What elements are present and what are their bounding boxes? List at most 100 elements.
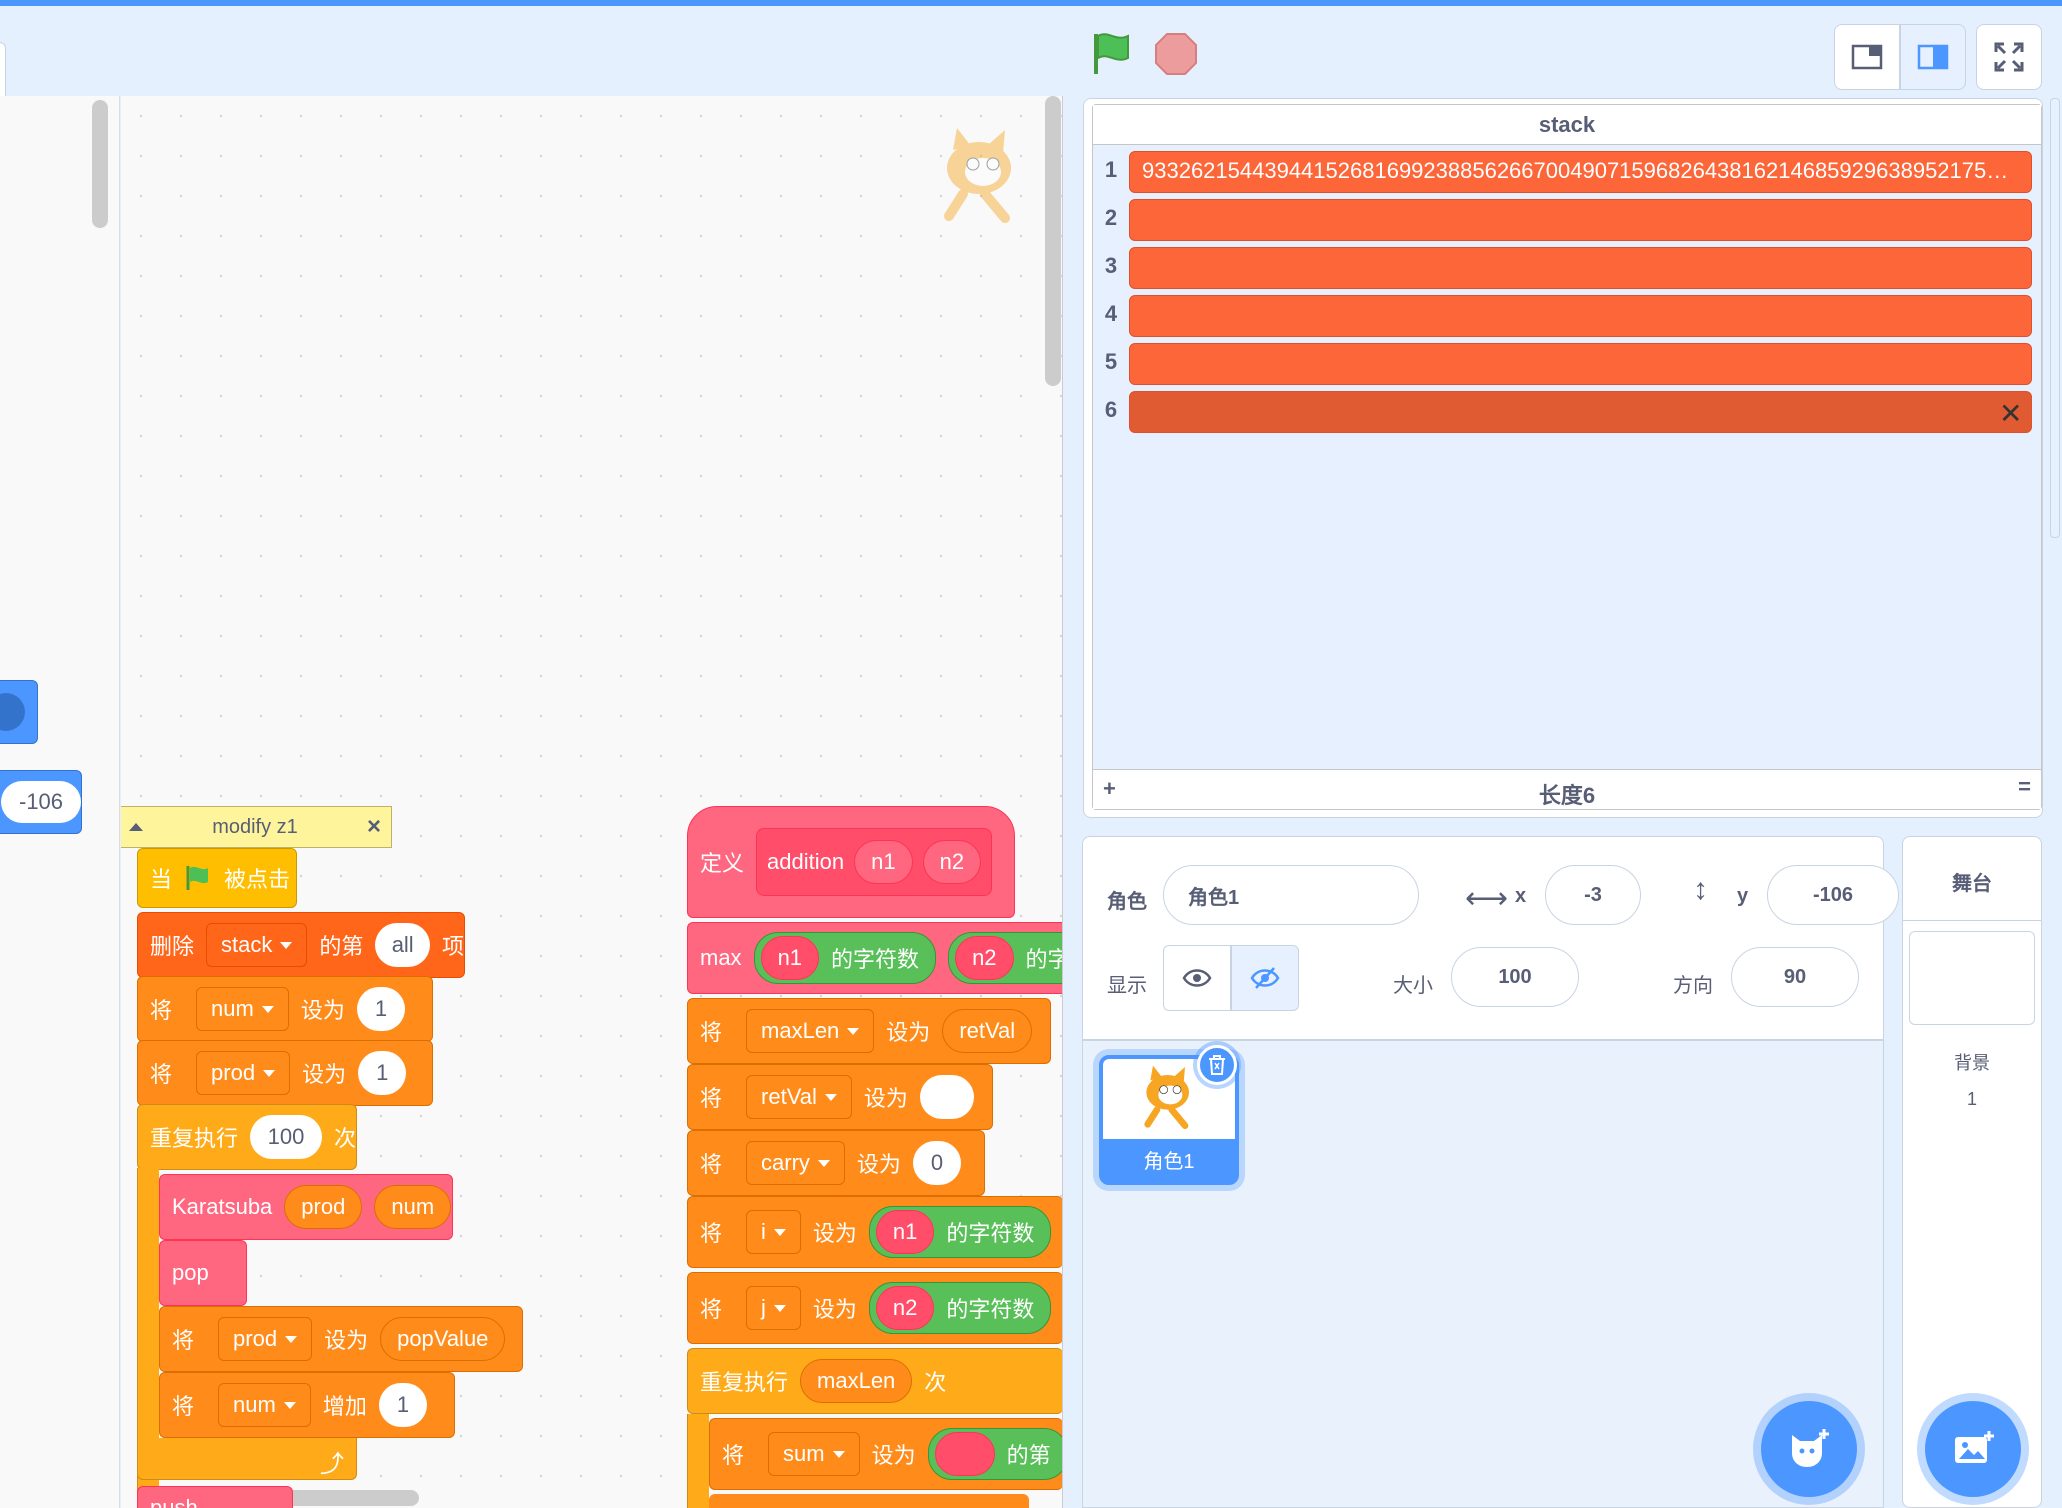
list-resize-handle[interactable]: = [2018, 774, 2031, 800]
list-item-value[interactable] [1129, 391, 2032, 433]
value-input[interactable]: 1 [378, 1383, 428, 1427]
length-of-n2[interactable]: n2 的字 [948, 932, 1062, 984]
set-prod-block[interactable]: 将 prod 设为 1 [137, 1040, 433, 1106]
n2-reporter[interactable]: n2 [955, 936, 1014, 980]
var-dropdown[interactable]: j [746, 1286, 801, 1330]
list-monitor[interactable]: stack 1 933262154439441526816992388562667… [1092, 104, 2042, 810]
var-dropdown[interactable]: prod [218, 1317, 313, 1361]
direction-input[interactable]: 90 [1731, 947, 1859, 1007]
n1-reporter[interactable]: n1 [760, 936, 820, 980]
pop-call-block[interactable]: pop [159, 1240, 247, 1306]
stage-edge-scrollbar[interactable] [2050, 98, 2060, 538]
set-i-block[interactable]: 将 i 设为 n1 的字符数 [687, 1196, 1062, 1268]
stop-icon[interactable] [1154, 32, 1198, 76]
normal-stage-icon[interactable] [1900, 24, 1966, 90]
block-palette[interactable]: -106 [0, 96, 120, 1508]
length-of-n1[interactable]: n1 的字符数 [753, 932, 937, 984]
list-item-value[interactable] [1129, 343, 2032, 385]
delete-item-icon[interactable]: ✕ [1999, 397, 2022, 430]
add-sprite-icon[interactable] [1761, 1401, 1857, 1497]
small-stage-icon[interactable] [1834, 24, 1900, 90]
motion-dropdown-block[interactable] [0, 680, 38, 744]
maxlen-reporter[interactable]: maxLen [800, 1359, 913, 1403]
arg-num[interactable]: num [374, 1185, 452, 1229]
push-call-block[interactable]: push [137, 1486, 293, 1508]
list-item[interactable]: 2 [1093, 197, 2039, 245]
list-item-value[interactable]: 9332621544394415268169923885626670049071… [1129, 151, 2032, 193]
param-n1[interactable]: n1 [854, 840, 913, 884]
set-maxlen-block[interactable]: 将 maxLen 设为 retVal [687, 998, 1051, 1064]
length-of-n2[interactable]: n2 的字符数 [868, 1282, 1052, 1334]
list-item-value[interactable] [1129, 247, 2032, 289]
var-dropdown[interactable]: carry [746, 1141, 845, 1185]
repeat-count-input[interactable]: 100 [250, 1115, 322, 1159]
x-input[interactable]: -3 [1545, 865, 1641, 925]
list-item-value[interactable] [1129, 199, 2032, 241]
var-dropdown[interactable]: prod [196, 1051, 291, 1095]
when-flag-clicked-hat[interactable]: 当 被点击 [137, 848, 297, 908]
retval-reporter[interactable]: retVal [942, 1009, 1033, 1053]
prototype-block[interactable]: addition n1 n2 [756, 828, 993, 896]
item-input[interactable]: all [375, 923, 430, 967]
delete-list-block[interactable]: 删除 stack 的第 all 项 [137, 912, 465, 978]
list-item[interactable]: 4 [1093, 293, 2039, 341]
karatsuba-call-block[interactable]: Karatsuba prod num [159, 1174, 453, 1240]
value-input[interactable] [919, 1075, 974, 1119]
var-dropdown[interactable]: maxLen [746, 1009, 875, 1053]
list-item[interactable]: 3 [1093, 245, 2039, 293]
stage-selector[interactable]: 舞台 背景 1 [1902, 836, 2042, 1508]
list-title: stack [1093, 105, 2041, 145]
list-dropdown[interactable]: stack [206, 923, 308, 967]
var-dropdown[interactable]: num [218, 1383, 311, 1427]
letter-of-block[interactable]: 的第 [927, 1428, 1062, 1480]
add-backdrop-icon[interactable] [1925, 1401, 2021, 1497]
comment-collapse-icon[interactable] [129, 823, 143, 831]
popvalue-reporter[interactable]: popValue [380, 1317, 506, 1361]
repeat-suffix: 次 [333, 1126, 356, 1151]
y-position-reporter[interactable]: -106 [0, 770, 82, 834]
max-call-block[interactable]: max n1 的字符数 n2 的字 [687, 922, 1062, 994]
value-input[interactable]: 0 [912, 1141, 962, 1185]
value-input[interactable]: 1 [356, 987, 406, 1031]
value-input[interactable]: 1 [358, 1051, 407, 1095]
fullscreen-icon[interactable] [1976, 24, 2042, 90]
n2-reporter[interactable]: n2 [875, 1286, 935, 1330]
length-of-n1[interactable]: n1 的字符数 [868, 1206, 1052, 1258]
arg-prod[interactable]: prod [284, 1185, 363, 1229]
var-dropdown[interactable]: sum [768, 1432, 860, 1476]
set-num-block[interactable]: 将 num 设为 1 [137, 976, 433, 1042]
delete-sprite-icon[interactable] [1197, 1045, 1237, 1085]
sprite-list[interactable]: 角色1 [1082, 1040, 1884, 1508]
to-label: 设为 [871, 1443, 916, 1468]
set-prod-popvalue-block[interactable]: 将 prod 设为 popValue [159, 1306, 523, 1372]
set-sum-block[interactable]: 将 sum 设为 的第 [709, 1418, 1062, 1490]
list-item-value[interactable] [1129, 295, 2032, 337]
set-j-block[interactable]: 将 j 设为 n2 的字符数 [687, 1272, 1062, 1344]
list-item[interactable]: 1 933262154439441526816992388562667004907… [1093, 149, 2039, 197]
size-input[interactable]: 100 [1451, 947, 1579, 1007]
block-comment[interactable]: modify z1 × [121, 806, 392, 848]
show-eye-icon[interactable] [1163, 945, 1231, 1011]
var-dropdown[interactable]: retVal [746, 1075, 852, 1119]
list-item[interactable]: 5 [1093, 341, 2039, 389]
change-num-block[interactable]: 将 num 增加 1 [159, 1372, 455, 1438]
set-retval-block[interactable]: 将 retVal 设为 [687, 1064, 993, 1130]
y-input[interactable]: -106 [1767, 865, 1899, 925]
repeat-maxlen-block[interactable]: 重复执行 maxLen 次 [687, 1348, 1062, 1414]
hide-eye-icon[interactable] [1231, 945, 1299, 1011]
sprite-name-input[interactable]: 角色1 [1163, 865, 1419, 925]
code-workspace[interactable]: modify z1 × 当 被点击 删除 stack 的第 all 项 将 nu… [121, 96, 1063, 1508]
green-flag-icon[interactable] [1090, 30, 1134, 78]
palette-scrollbar[interactable] [92, 100, 108, 228]
define-addition-hat[interactable]: 定义 addition n1 n2 [687, 806, 1015, 918]
n1-reporter[interactable]: n1 [875, 1210, 935, 1254]
repeat-block[interactable]: 重复执行 100 次 [137, 1104, 357, 1170]
var-dropdown[interactable]: num [196, 987, 289, 1031]
comment-close-icon[interactable]: × [367, 813, 381, 841]
set-carry-block[interactable]: 将 carry 设为 0 [687, 1130, 985, 1196]
param-n2[interactable]: n2 [922, 840, 982, 884]
list-item[interactable]: 6 ✕ [1093, 389, 2039, 437]
workspace-v-scrollbar[interactable] [1045, 96, 1061, 386]
backdrop-thumbnail[interactable] [1909, 931, 2035, 1025]
var-dropdown[interactable]: i [746, 1210, 801, 1254]
